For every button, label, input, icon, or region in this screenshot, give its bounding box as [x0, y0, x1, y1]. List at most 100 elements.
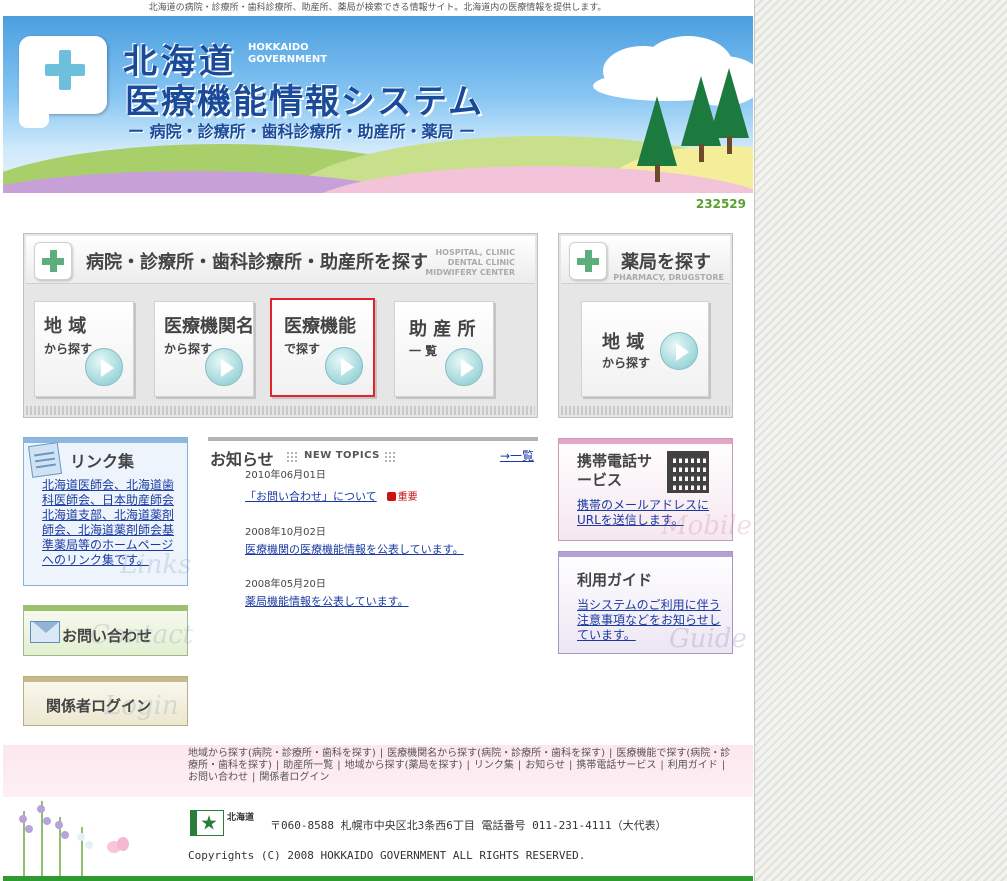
panel-footer-stripe	[26, 406, 535, 415]
midwifery-center-list-button[interactable]: 助 産 所 一 覧	[394, 301, 494, 397]
qr-code-icon	[667, 451, 709, 493]
hospital-search-title: 病院・診療所・歯科診療所・助産所を探す	[86, 252, 428, 273]
play-arrow-icon	[660, 332, 698, 370]
bottom-bar	[3, 876, 753, 881]
button-main-label: 助 産 所	[409, 319, 476, 340]
hospital-search-header: 病院・診療所・歯科診療所・助産所を探す HOSPITAL, CLINIC DEN…	[26, 236, 535, 284]
site-subtitle: ー 病院・診療所・歯科診療所・助産所・薬局 ー	[128, 122, 476, 141]
footer-link[interactable]: 医療機関名から探す(病院・診療所・歯科を探す)	[387, 748, 605, 759]
separator: |	[252, 772, 256, 783]
search-by-institution-name-button[interactable]: 医療機関名 から探す	[154, 301, 254, 397]
separator: |	[609, 748, 613, 759]
button-main-label: 医療機関名	[164, 316, 254, 337]
contact-button[interactable]: お問い合わせ Contact	[23, 605, 193, 656]
header-banner: 北海道 HOKKAIDO GOVERNMENT 医療機能情報システム ー 病院・…	[3, 16, 753, 193]
hokkaido-emblem-icon	[190, 810, 224, 836]
pharmacy-search-panel: 薬局を探す PHARMACY, DRUGSTORE 地 域 から探す	[558, 233, 733, 418]
footer-link[interactable]: 利用ガイド	[668, 760, 718, 771]
address: 〒060-8588 札幌市中央区北3条西6丁目 電話番号 011-231-411…	[270, 819, 667, 832]
footer-link[interactable]: お問い合わせ	[188, 772, 248, 783]
button-sub-label: から探す	[44, 342, 93, 356]
news-link[interactable]: 「お問い合わせ」について 重要	[245, 489, 418, 506]
copyright: Copyrights (C) 2008 HOKKAIDO GOVERNMENT …	[188, 849, 586, 862]
button-sub-label: で探す	[284, 342, 321, 356]
alert-icon	[386, 492, 396, 501]
plus-icon	[569, 242, 607, 280]
separator: |	[379, 748, 384, 759]
footer-link[interactable]: 地域から探す(病院・診療所・歯科を探す)	[188, 748, 376, 759]
button-main-label: 医療機能	[284, 316, 356, 337]
separator: |	[275, 760, 280, 771]
mobile-service-title: 携帯電話サービス	[577, 452, 653, 489]
footer: 北海道 〒060-8588 札幌市中央区北3条西6丁目 電話番号 011-231…	[3, 797, 753, 877]
site-title-system: 医療機能情報システム	[125, 82, 484, 122]
news-title: お知らせ	[210, 450, 274, 469]
news-link-text[interactable]: 「お問い合わせ」について	[245, 490, 377, 503]
footer-link[interactable]: リンク集	[474, 760, 514, 771]
button-sub-label: 一 覧	[409, 344, 438, 358]
footer-link[interactable]: 地域から探す(薬局を探す)	[345, 760, 463, 771]
dots-icon	[286, 451, 298, 463]
site-title-english: HOKKAIDO GOVERNMENT	[248, 42, 327, 66]
footer-link[interactable]: 関係者ログイン	[259, 772, 329, 783]
news-item: 2010年06月01日 「お問い合わせ」について 重要	[245, 469, 418, 506]
news-item: 2008年05月20日 薬局機能情報を公表しています。	[245, 578, 409, 610]
search-by-region-button[interactable]: 地 域 から探す	[34, 301, 134, 397]
news-date: 2008年10月02日	[245, 527, 326, 538]
news-subtitle: NEW TOPICS	[304, 450, 380, 461]
guide-watermark: Guide	[669, 624, 747, 654]
news-date: 2008年05月20日	[245, 579, 326, 590]
user-guide-box[interactable]: 利用ガイド 当システムのご利用に伴う注意事項などをお知らせしています。 Guid…	[558, 551, 747, 654]
news-section: お知らせ NEW TOPICS →一覧 2010年06月01日 「お問い合わせ」…	[208, 437, 538, 627]
plus-logo-icon[interactable]	[19, 36, 107, 128]
footer-link[interactable]: お知らせ	[525, 760, 565, 771]
dots-icon	[384, 451, 396, 463]
news-all-link[interactable]: →一覧	[500, 447, 534, 464]
footer-links: 地域から探す(病院・診療所・歯科を探す) | 医療機関名から探す(病院・診療所・歯科…	[3, 745, 753, 797]
contact-watermark: Contact	[90, 620, 194, 650]
news-link[interactable]: 医療機関の医療機能情報を公表しています。	[245, 542, 464, 558]
separator: |	[569, 760, 573, 771]
staff-login-button[interactable]: 関係者ログイン Login	[23, 676, 188, 726]
login-watermark: Login	[104, 691, 179, 721]
search-by-medical-function-button[interactable]: 医療機能 で探す	[270, 298, 375, 397]
envelope-icon	[30, 621, 60, 643]
play-arrow-icon	[325, 347, 363, 385]
footer-link[interactable]: 携帯電話サービス	[576, 760, 656, 771]
hospital-search-english: HOSPITAL, CLINIC DENTAL CLINIC MIDWIFERY…	[425, 248, 515, 278]
news-item: 2008年10月02日 医療機関の医療機能情報を公表しています。	[245, 526, 464, 558]
site-tagline: 北海道の病院・診療所・歯科診療所、助産所、薬局が検索できる情報サイト。北海道内の…	[148, 3, 607, 13]
pharmacy-search-english: PHARMACY, DRUGSTORE	[613, 273, 724, 282]
button-main-label: 地 域	[44, 316, 87, 337]
access-counter: 232529	[695, 197, 746, 211]
links-box-title: リンク集	[70, 452, 135, 471]
separator: |	[466, 760, 470, 771]
user-guide-title: 利用ガイド	[577, 571, 653, 589]
separator: |	[660, 760, 664, 771]
button-sub-label: から探す	[602, 356, 651, 370]
plus-icon	[34, 242, 72, 280]
pharmacy-search-by-region-button[interactable]: 地 域 から探す	[581, 301, 709, 397]
play-arrow-icon	[85, 348, 123, 386]
separator: |	[517, 760, 522, 771]
play-arrow-icon	[445, 348, 483, 386]
news-date: 2010年06月01日	[245, 470, 326, 481]
mobile-service-box[interactable]: 携帯電話サービス 携帯のメールアドレスにURLを送信します。 Mobile	[558, 438, 752, 541]
panel-footer-stripe	[561, 406, 730, 415]
separator: |	[337, 760, 341, 771]
page: 北海道の病院・診療所・歯科診療所、助産所、薬局が検索できる情報サイト。北海道内の…	[0, 0, 755, 881]
links-box[interactable]: リンク集 北海道医師会、北海道歯科医師会、日本助産師会北海道支部、北海道薬剤師会…	[23, 437, 192, 586]
hospital-search-panel: 病院・診療所・歯科診療所・助産所を探す HOSPITAL, CLINIC DEN…	[23, 233, 538, 418]
footer-links-list: 地域から探す(病院・診療所・歯科を探す) | 医療機関名から探す(病院・診療所・歯科…	[188, 748, 736, 784]
pharmacy-search-title: 薬局を探す	[621, 252, 711, 273]
hospital-en-line2: DENTAL CLINIC	[447, 258, 515, 267]
news-link[interactable]: 薬局機能情報を公表しています。	[245, 594, 409, 610]
memo-icon	[27, 442, 63, 478]
important-badge: 重要	[386, 490, 418, 506]
play-arrow-icon	[205, 348, 243, 386]
links-watermark: Links	[120, 550, 192, 580]
hospital-en-line3: MIDWIFERY CENTER	[425, 268, 515, 277]
badge-text: 重要	[397, 492, 418, 503]
footer-link[interactable]: 助産所一覧	[283, 760, 333, 771]
pharmacy-search-header: 薬局を探す PHARMACY, DRUGSTORE	[561, 236, 730, 284]
